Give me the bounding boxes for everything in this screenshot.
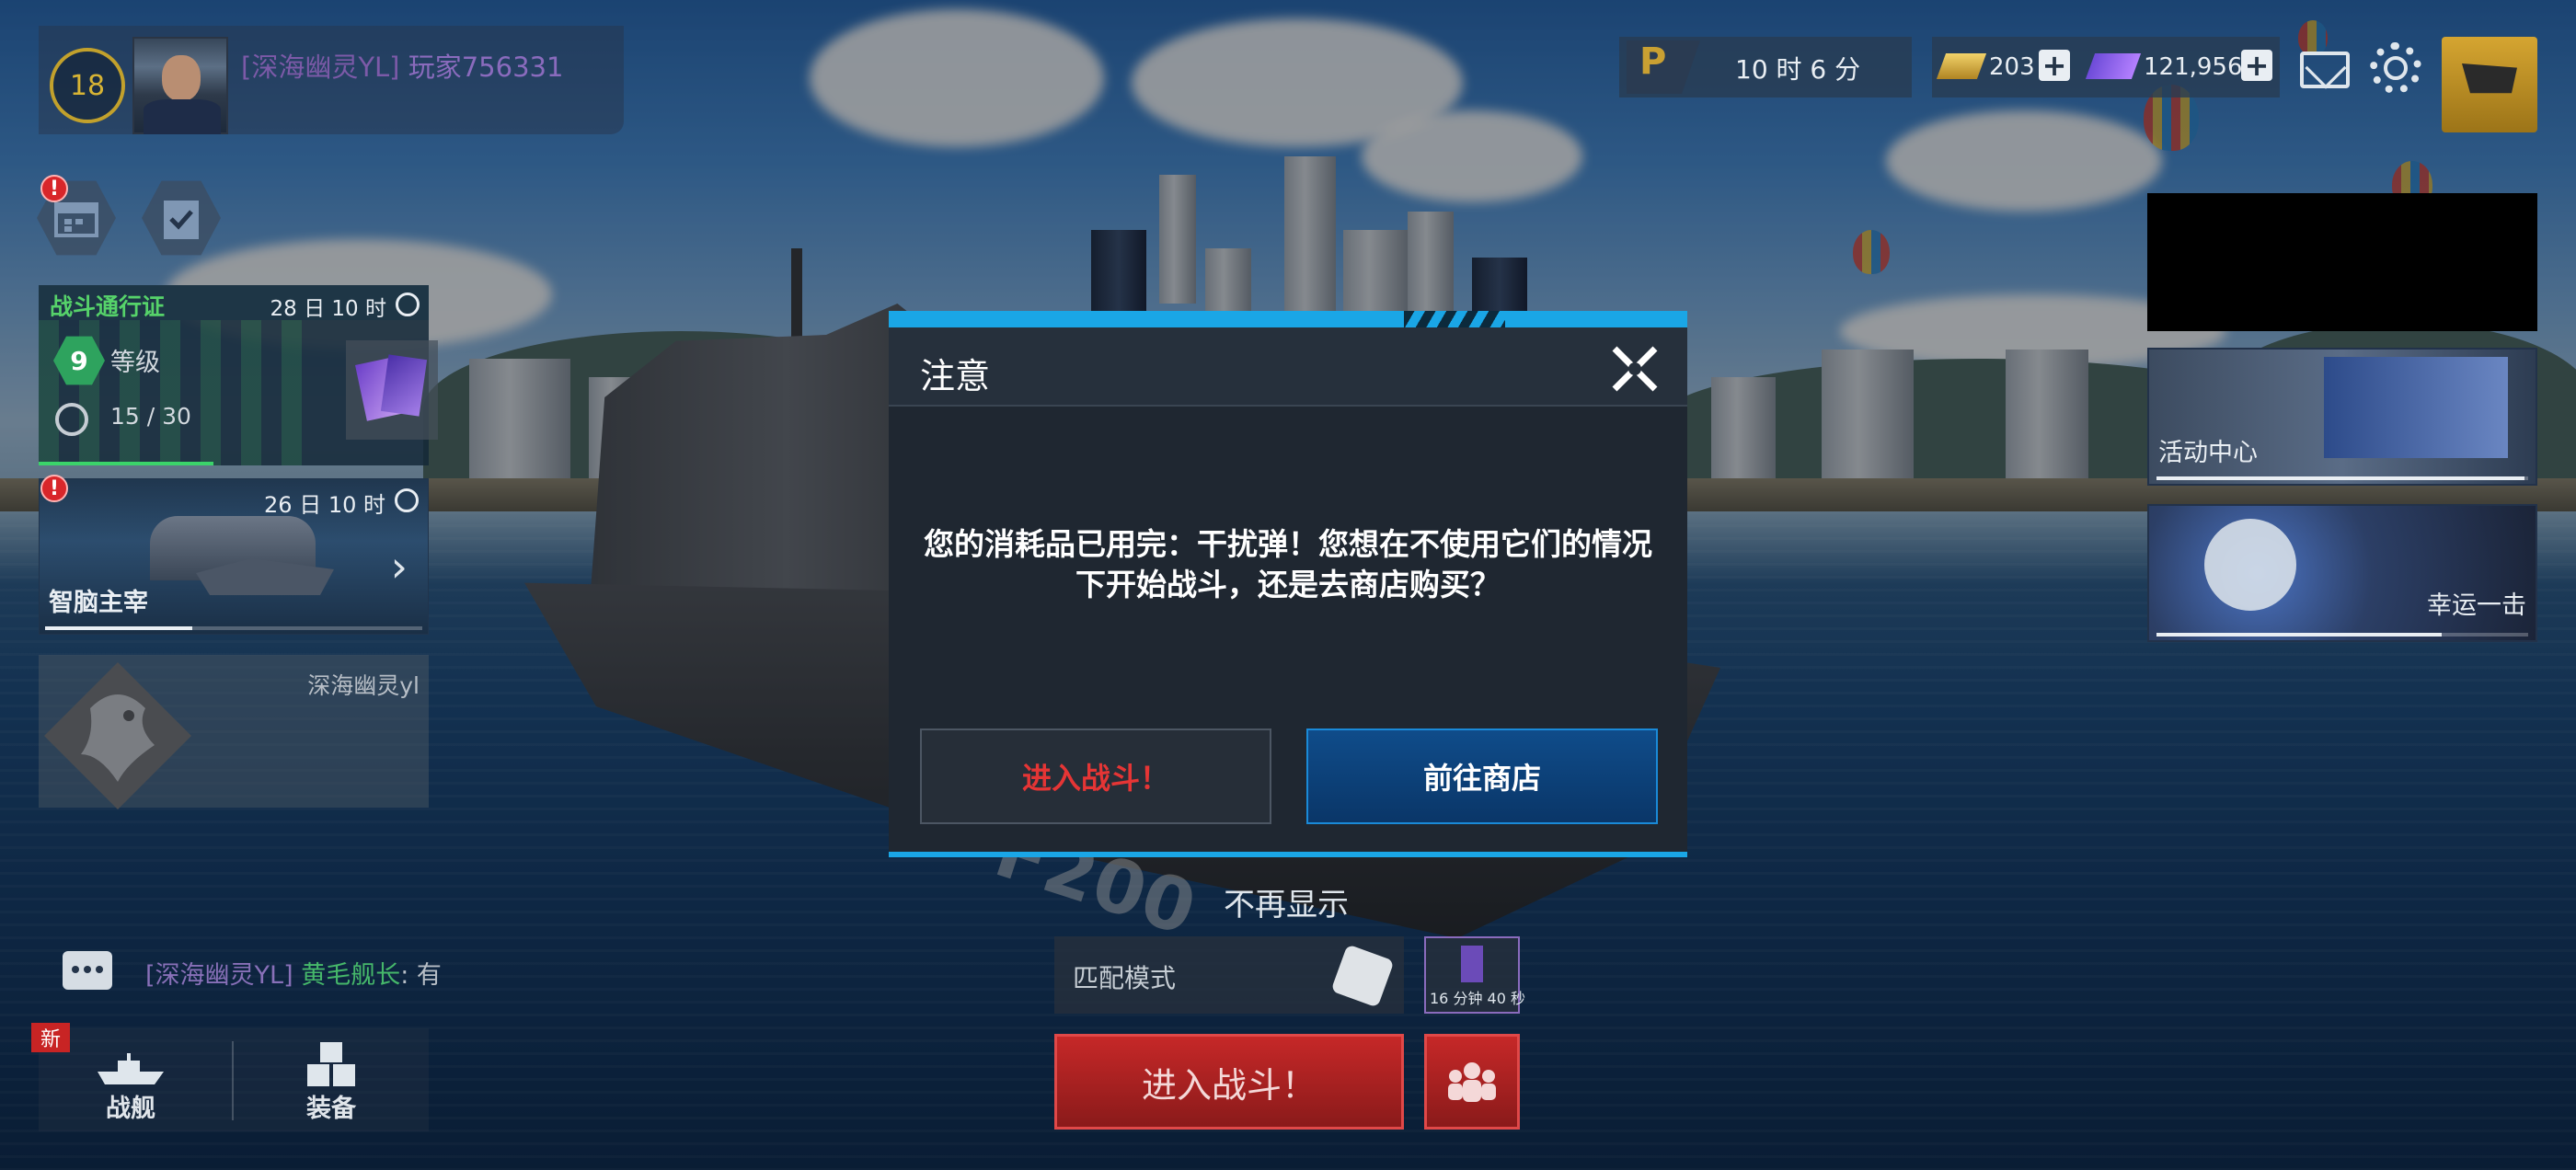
event-center-art: [2324, 357, 2508, 458]
event-center-card[interactable]: 活动中心: [2147, 348, 2537, 486]
reward-cards-icon: [346, 340, 438, 440]
commander-event-timer: 26 日 10 时: [264, 492, 385, 518]
premium-currency-amount: 121,956: [2144, 53, 2243, 81]
consumable-timer-slot[interactable]: 16 分钟 40 秒: [1424, 936, 1525, 1014]
chat-text: : 有: [400, 961, 442, 990]
gold-amount: 203: [1989, 53, 2035, 81]
dialog-message-line: 下开始战斗，还是去商店购买？: [1075, 567, 1501, 602]
avatar-face: [162, 55, 201, 101]
bottom-navigation: 战舰 装备: [39, 1028, 429, 1131]
alert-icon: !: [40, 175, 68, 202]
battle-pass-level-label: 等级: [110, 349, 160, 377]
enter-battle-main-label: 进入战斗！: [1141, 1064, 1317, 1106]
clan-card[interactable]: 深海幽灵yl: [39, 655, 429, 809]
chevron-right-icon[interactable]: ›: [391, 542, 408, 591]
gear-icon[interactable]: [2370, 42, 2421, 94]
ad-banner[interactable]: [2147, 193, 2537, 331]
chat-message[interactable]: [深海幽灵YL] 黄毛舰长: 有: [145, 955, 442, 991]
lucky-strike-progress: [2156, 633, 2528, 637]
crates-icon: [307, 1042, 355, 1086]
commander-event-progress: [45, 626, 422, 630]
lucky-strike-label: 幸运一击: [2427, 591, 2526, 620]
group-icon: [1448, 1062, 1496, 1102]
battle-pass-progress-bar: [39, 462, 213, 465]
consumable-timer: 16 分钟 40 秒: [1430, 990, 1525, 1007]
shop-cart-button[interactable]: [2442, 37, 2537, 132]
clan-name: 深海幽灵yl: [307, 672, 420, 699]
platoon-button[interactable]: [1424, 1034, 1520, 1130]
battle-pass-card[interactable]: 战斗通行证 28 日 10 时 9 等级 15 / 30: [39, 285, 438, 465]
dialog-message: 您的消耗品已用完：干扰弹！您想在不使用它们的情况 下开始战斗，还是去商店购买？: [920, 524, 1656, 605]
nav-equipment[interactable]: 装备: [239, 1028, 423, 1131]
dialog-header: [889, 327, 1687, 407]
nav-divider: [232, 1041, 234, 1120]
enter-battle-label: 进入战斗！: [1021, 761, 1169, 796]
alert-icon: !: [40, 475, 68, 502]
warship-icon: [98, 1053, 164, 1084]
premium-pass-time: 10 时 6 分: [1735, 54, 1861, 85]
clock-icon: [395, 488, 419, 512]
nav-equipment-label: 装备: [306, 1095, 356, 1123]
player-name: [深海幽灵YL] 玩家756331: [241, 46, 563, 85]
lucky-strike-card[interactable]: 幸运一击: [2147, 504, 2537, 642]
premium-pass-icon: P: [1627, 40, 1700, 94]
chat-sender: 黄毛舰长: [301, 961, 401, 990]
enter-battle-button[interactable]: 进入战斗！: [920, 728, 1271, 824]
battle-mode-label: 匹配模式: [1073, 963, 1177, 993]
battle-pass-title: 战斗通行证: [50, 293, 166, 320]
premium-currency-icon: [2085, 53, 2142, 79]
chat-bubble-icon[interactable]: [63, 951, 112, 990]
dialog-message-line: 您的消耗品已用完：干扰弹！您想在不使用它们的情况: [924, 526, 1652, 562]
dont-show-again-toggle[interactable]: 不再显示: [1224, 879, 1349, 924]
player-level-badge: 18: [50, 48, 125, 123]
commander-event-card[interactable]: 26 日 10 时 › 智脑主宰: [39, 478, 429, 635]
avatar-uniform: [144, 99, 221, 134]
clan-dragon-emblem: [44, 662, 191, 809]
enter-battle-main-button[interactable]: 进入战斗！: [1054, 1034, 1404, 1130]
event-center-label: 活动中心: [2158, 439, 2258, 467]
go-to-shop-button[interactable]: 前往商店: [1306, 728, 1658, 824]
consumable-icon: [1461, 946, 1483, 982]
battle-pass-progress: 15 / 30: [110, 403, 191, 430]
mail-icon[interactable]: [2300, 52, 2350, 88]
event-center-progress: [2156, 476, 2528, 480]
nav-ships-label: 战舰: [106, 1095, 155, 1123]
clock-icon: [396, 292, 420, 316]
commander-event-title: 智脑主宰: [49, 589, 148, 617]
chat-guild: [深海幽灵YL]: [145, 961, 293, 990]
new-badge: 新: [31, 1023, 70, 1052]
player-nickname: 玩家756331: [408, 52, 564, 83]
dialog-bottom-accent: [889, 852, 1687, 857]
avatar[interactable]: [132, 37, 228, 134]
battle-pass-timer: 28 日 10 时: [270, 297, 386, 321]
close-icon[interactable]: [1606, 340, 1663, 397]
add-currency-button[interactable]: +: [2241, 48, 2272, 83]
battle-mode-selector[interactable]: 匹配模式: [1054, 936, 1404, 1014]
player-guild-tag: [深海幽灵YL]: [241, 52, 400, 83]
add-gold-button[interactable]: +: [2039, 48, 2070, 83]
dialog-title: 注意: [920, 356, 991, 396]
xp-icon: [55, 403, 88, 436]
dice-icon: [1330, 944, 1395, 1008]
dialog-accent-stripes: [1404, 311, 1505, 327]
dialog-top-accent: [889, 311, 1687, 327]
go-to-shop-label: 前往商店: [1422, 761, 1541, 796]
notice-dialog: 注意 您的消耗品已用完：干扰弹！您想在不使用它们的情况 下开始战斗，还是去商店购…: [889, 311, 1687, 857]
cart-icon: [2462, 63, 2517, 94]
fist-icon: [2204, 519, 2296, 611]
